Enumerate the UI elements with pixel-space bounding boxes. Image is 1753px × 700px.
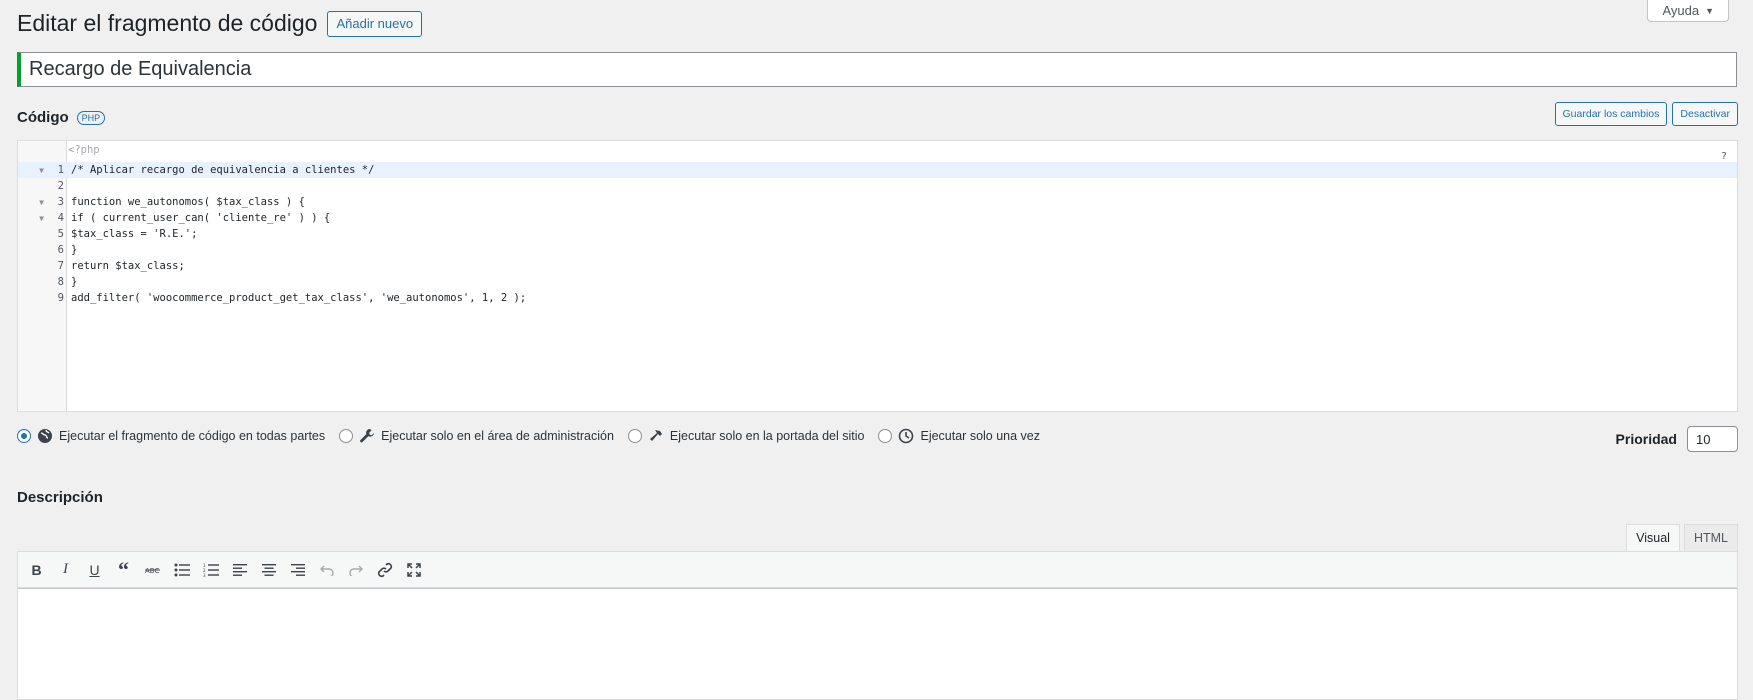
- scope-radio[interactable]: [339, 429, 354, 443]
- line-number: 7: [57, 260, 64, 272]
- tab-html[interactable]: HTML: [1683, 524, 1738, 551]
- editor-help-marker[interactable]: ?: [1721, 151, 1727, 162]
- description-label: Descripción: [17, 489, 103, 506]
- code-text: if ( current_user_can( 'cliente_re' ) ) …: [71, 212, 331, 224]
- align-left-icon[interactable]: [229, 559, 250, 580]
- line-number: 8: [57, 276, 64, 288]
- code-line[interactable]: ▼ 4 if ( current_user_can( 'cliente_re' …: [18, 210, 1737, 226]
- caret-down-icon: ▼: [1705, 5, 1714, 16]
- globe-icon: [37, 428, 53, 444]
- snippet-actions: Guardar los cambios Desactivar: [1554, 102, 1738, 126]
- code-editor[interactable]: <?php ? ▼ 1 /* Aplicar recargo de equiva…: [17, 140, 1738, 412]
- description-toolbar: B I U “ ABC 123: [17, 551, 1738, 588]
- fold-arrow-icon[interactable]: ▼: [18, 214, 44, 223]
- snippet-title-input[interactable]: Recargo de Equivalencia: [17, 52, 1737, 87]
- redo-icon[interactable]: [345, 559, 366, 580]
- code-text: function we_autonomos( $tax_class ) {: [71, 196, 305, 208]
- wrench-icon: [359, 428, 375, 444]
- code-line[interactable]: 2: [18, 178, 1737, 194]
- align-right-icon[interactable]: [287, 559, 308, 580]
- page-heading: Editar el fragmento de código Añadir nue…: [17, 10, 423, 37]
- blockquote-icon[interactable]: “: [113, 558, 134, 580]
- code-text: add_filter( 'woocommerce_product_get_tax…: [71, 292, 527, 304]
- code-label: Código: [17, 109, 69, 126]
- fold-arrow-icon[interactable]: ▼: [18, 198, 44, 207]
- code-line[interactable]: ▼ 3 function we_autonomos( $tax_class ) …: [18, 194, 1737, 210]
- scope-label: Ejecutar solo en la portada del sitio: [669, 429, 865, 443]
- code-text: }: [71, 244, 78, 256]
- hammer-icon: [648, 428, 664, 444]
- line-number: 9: [57, 292, 64, 304]
- code-line[interactable]: 5 $tax_class = 'R.E.';: [18, 226, 1737, 242]
- code-line[interactable]: 8 }: [18, 274, 1737, 290]
- scope-options: Ejecutar el fragmento de código en todas…: [17, 428, 1040, 444]
- scope-label: Ejecutar solo en el área de administraci…: [381, 429, 614, 443]
- bold-icon[interactable]: B: [26, 559, 47, 580]
- scope-option-once[interactable]: Ejecutar solo una vez: [878, 428, 1040, 444]
- strikethrough-icon[interactable]: ABC: [142, 559, 163, 580]
- line-number: 1: [57, 164, 64, 176]
- clock-icon: [898, 428, 914, 444]
- undo-icon[interactable]: [316, 559, 337, 580]
- code-section-header: Código PHP: [17, 109, 106, 126]
- line-number: 5: [57, 228, 64, 240]
- scope-radio[interactable]: [17, 429, 31, 443]
- fold-arrow-icon[interactable]: ▼: [18, 166, 44, 175]
- priority-label: Prioridad: [1615, 431, 1677, 447]
- description-editor-body[interactable]: [17, 588, 1738, 700]
- scope-option-admin[interactable]: Ejecutar solo en el área de administraci…: [339, 428, 614, 444]
- code-line[interactable]: 6 }: [18, 242, 1737, 258]
- code-text: /* Aplicar recargo de equivalencia a cli…: [71, 164, 375, 176]
- line-number: 6: [57, 244, 64, 256]
- line-number: 3: [57, 196, 64, 208]
- php-badge: PHP: [76, 110, 106, 125]
- page-title: Editar el fragmento de código: [17, 10, 318, 36]
- bullet-list-icon[interactable]: [171, 559, 192, 580]
- add-new-button[interactable]: Añadir nuevo: [327, 10, 423, 37]
- priority-field: Prioridad 10: [1616, 426, 1738, 452]
- fullscreen-icon[interactable]: [403, 559, 424, 580]
- link-icon[interactable]: [374, 559, 395, 580]
- php-open-tag: <?php: [68, 144, 100, 156]
- numbered-list-icon[interactable]: 123: [200, 559, 221, 580]
- scope-label: Ejecutar el fragmento de código en todas…: [59, 429, 326, 443]
- save-changes-button[interactable]: Guardar los cambios: [1554, 102, 1668, 126]
- code-line[interactable]: 7 return $tax_class;: [18, 258, 1737, 274]
- svg-text:ABC: ABC: [145, 567, 159, 575]
- help-tab[interactable]: Ayuda ▼: [1647, 0, 1729, 22]
- line-number: 4: [57, 212, 64, 224]
- scope-radio[interactable]: [878, 429, 893, 443]
- code-text: $tax_class = 'R.E.';: [71, 228, 198, 240]
- align-center-icon[interactable]: [258, 559, 279, 580]
- help-label: Ayuda: [1662, 3, 1700, 18]
- code-line[interactable]: ▼ 1 /* Aplicar recargo de equivalencia a…: [18, 162, 1737, 178]
- code-line[interactable]: 9 add_filter( 'woocommerce_product_get_t…: [18, 290, 1737, 306]
- italic-icon[interactable]: I: [55, 559, 76, 580]
- editor-mode-tabs: Visual HTML: [1626, 524, 1738, 551]
- priority-input[interactable]: 10: [1687, 426, 1738, 452]
- underline-icon[interactable]: U: [84, 559, 105, 580]
- scope-label: Ejecutar solo una vez: [920, 429, 1040, 443]
- tab-visual[interactable]: Visual: [1626, 524, 1680, 551]
- scope-option-frontend[interactable]: Ejecutar solo en la portada del sitio: [627, 428, 865, 444]
- scope-option-global[interactable]: Ejecutar el fragmento de código en todas…: [17, 428, 325, 444]
- deactivate-button[interactable]: Desactivar: [1672, 102, 1738, 126]
- code-text: }: [71, 276, 78, 288]
- code-text: return $tax_class;: [71, 260, 185, 272]
- svg-text:3: 3: [203, 573, 206, 577]
- scope-radio[interactable]: [627, 429, 642, 443]
- line-number: 2: [57, 180, 64, 192]
